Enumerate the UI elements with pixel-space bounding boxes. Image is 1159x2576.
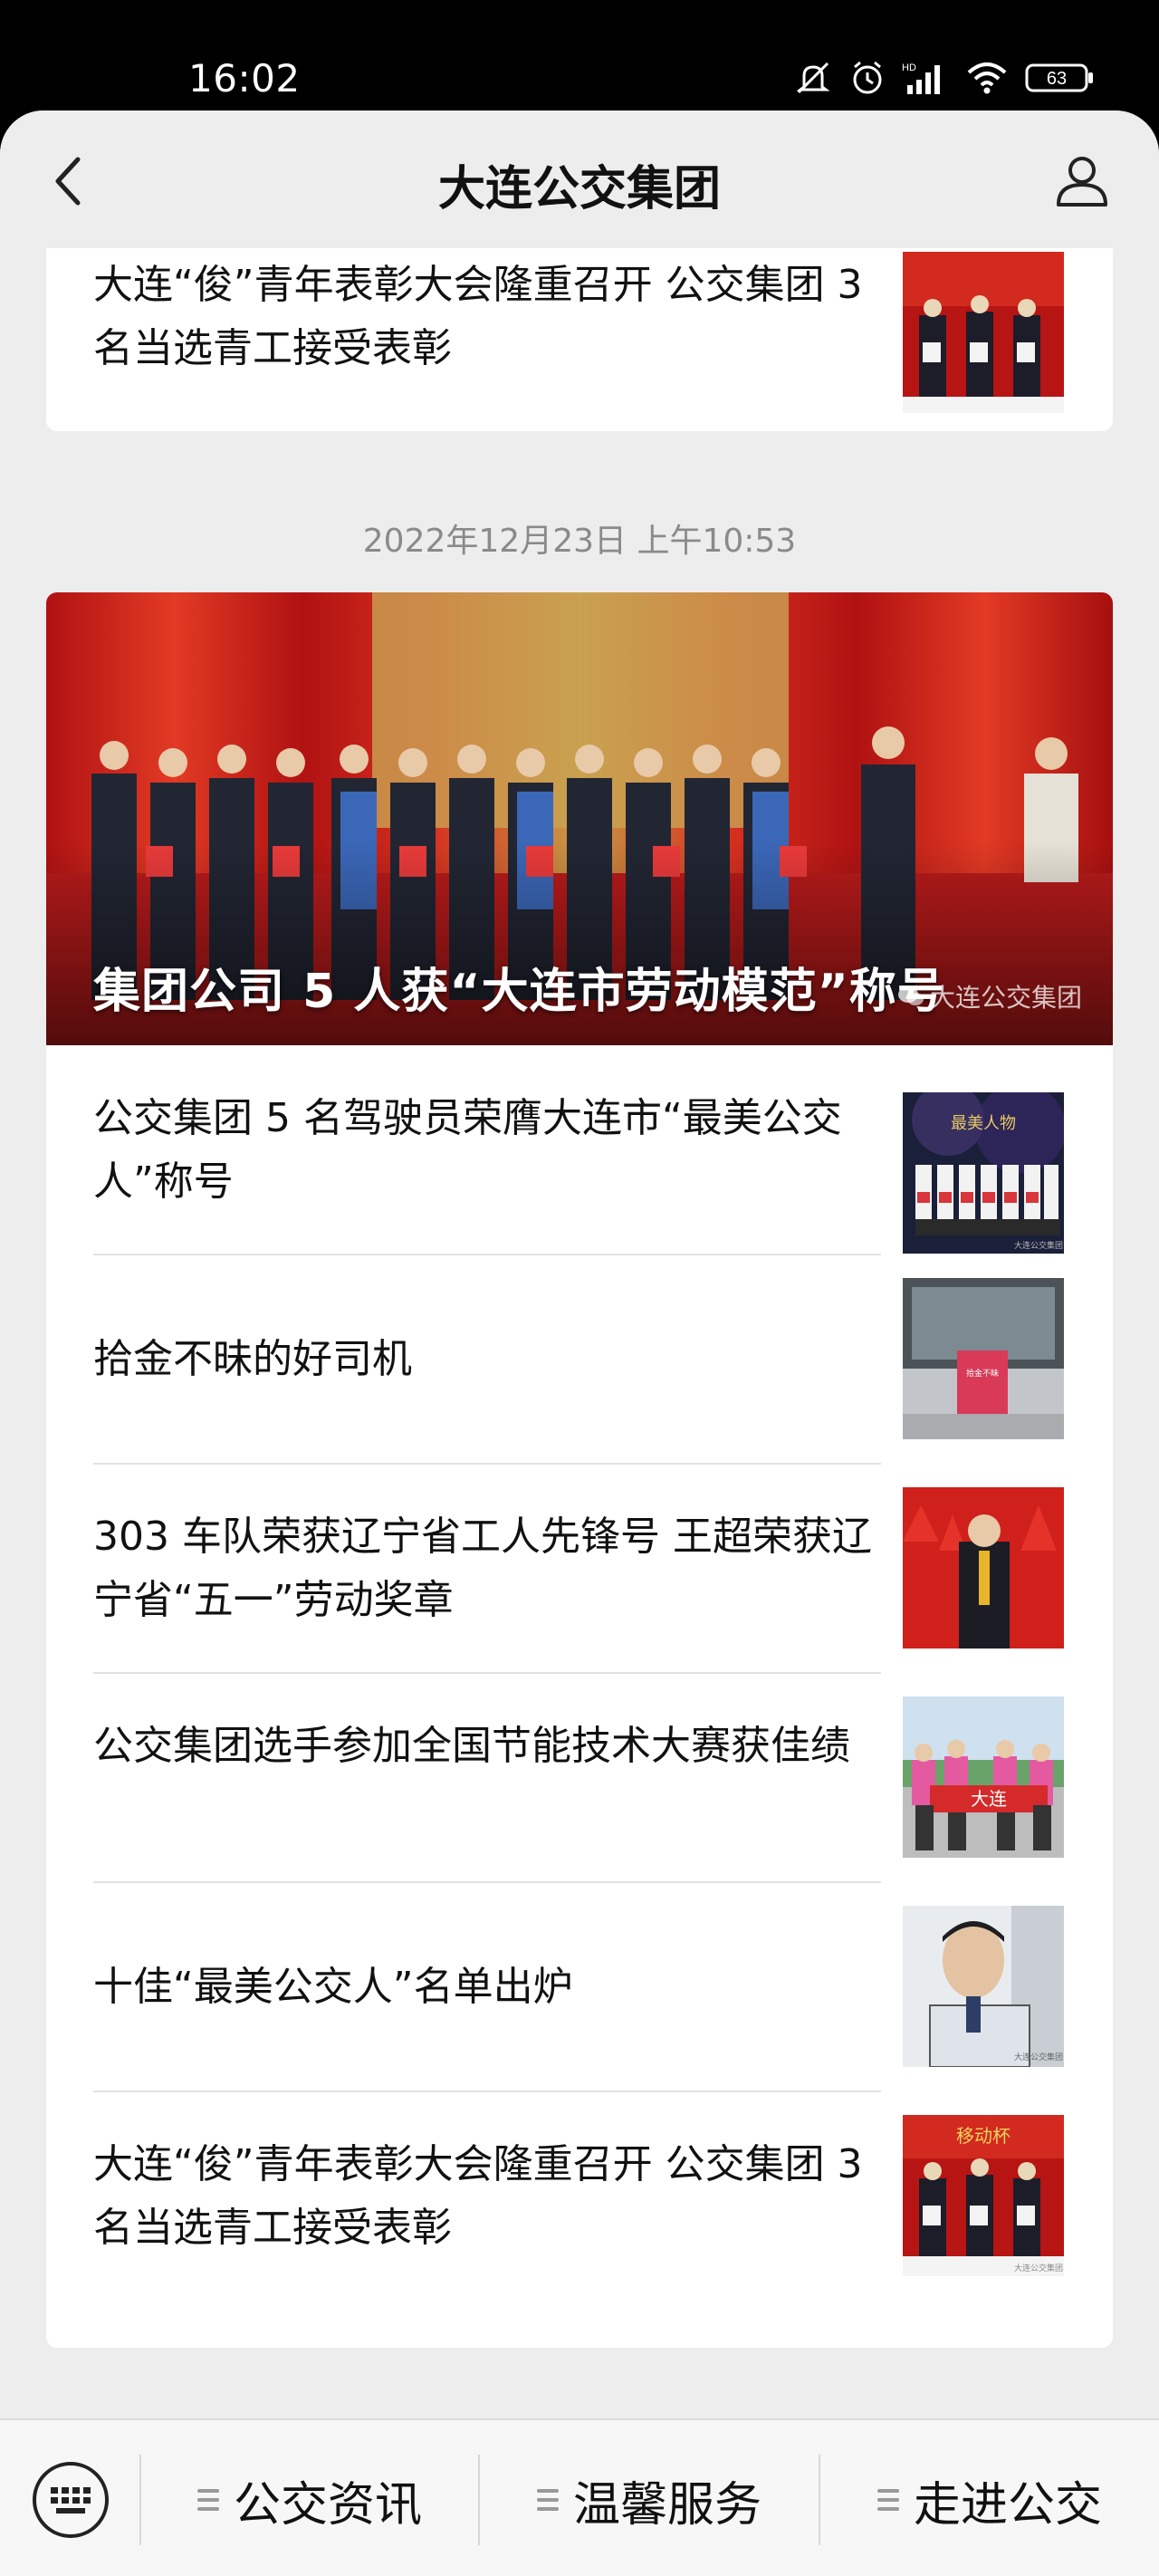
menu-lines-icon	[876, 2489, 899, 2511]
user-icon	[1057, 157, 1107, 207]
page-title: 大连公交集团	[437, 162, 721, 216]
profile-button[interactable]	[1041, 145, 1123, 217]
keyboard-toggle-button[interactable]	[27, 2456, 114, 2543]
list-item[interactable]: 十佳“最美公交人”名单出炉 大连公交集团	[46, 1882, 1113, 2092]
wechat-icon	[897, 986, 924, 1005]
bottom-menu: 公交资讯 温馨服务 走进公交	[0, 2418, 1159, 2576]
menu-label: 温馨服务	[572, 2477, 761, 2533]
mute-icon	[793, 60, 833, 96]
article-card: 大连“俊”青年表彰大会隆重召开 公交集团 3 名当选青工接受表彰	[46, 246, 1113, 431]
article-thumbnail: 最美人物 大连公交集团	[903, 1092, 1064, 1254]
article-thumbnail	[903, 1487, 1064, 1648]
list-item[interactable]: 公交集团选手参加全国节能技术大赛获佳绩 大连	[46, 1673, 1113, 1883]
article-title: 大连“俊”青年表彰大会隆重召开 公交集团 3 名当选青工接受表彰	[93, 262, 863, 371]
article-thumbnail: 拾金不昧	[903, 1278, 1064, 1439]
list-item[interactable]: 公交集团 5 名驾驶员荣膺大连市“最美公交人”称号 最美人物 大连公交集团	[46, 1045, 1113, 1255]
message-timestamp: 2022年12月23日 上午10:53	[362, 523, 797, 560]
thumbnail-watermark: 大连公交集团	[1014, 1240, 1063, 1250]
svg-text:HD: HD	[902, 62, 916, 73]
article-card: 集团公司 5 人获“大连市劳动模范”称号 大连公交集团 公交集团 5 名驾驶员荣…	[46, 592, 1113, 2348]
article-title: 公交集团 5 名驾驶员荣膺大连市“最美公交人”称号	[93, 1095, 842, 1205]
svg-text:拾金不昧: 拾金不昧	[966, 1368, 999, 1379]
list-item[interactable]: 303 车队荣获辽宁省工人先锋号 王超荣获辽宁省“五一”劳动奖章	[46, 1464, 1113, 1674]
list-item[interactable]: 拾金不昧的好司机 拾金不昧	[46, 1254, 1113, 1465]
article-title: 303 车队荣获辽宁省工人先锋号 王超荣获辽宁省“五一”劳动奖章	[93, 1514, 872, 1623]
menu-label: 公交资讯	[233, 2477, 422, 2533]
thumbnail-banner: 大连	[971, 1788, 1007, 1810]
article-thumbnail: 移动杯 大连公交集团	[903, 2115, 1064, 2276]
menu-lines-icon	[196, 2489, 219, 2511]
hd-signal-icon: HD	[902, 60, 949, 96]
keyboard-icon	[33, 2462, 109, 2538]
menu-label: 走进公交	[913, 2477, 1102, 2533]
thumbnail-watermark: 大连公交集团	[1014, 2263, 1063, 2273]
article-thumbnail	[903, 252, 1064, 413]
wifi-icon	[965, 60, 1009, 96]
status-bar: 16:02 HD 63	[0, 0, 1159, 111]
alarm-icon	[849, 60, 886, 96]
status-time: 16:02	[188, 56, 301, 101]
list-item[interactable]: 大连“俊”青年表彰大会隆重召开 公交集团 3 名当选青工接受表彰	[46, 246, 1113, 413]
app-window: 大连公交集团 大连“俊”青年表彰大会隆重召开 公交集团 3 名当选青工接受表彰 …	[0, 111, 1159, 2576]
article-title: 十佳“最美公交人”名单出炉	[93, 1964, 573, 2010]
title-bar: 大连公交集团	[0, 111, 1159, 248]
list-item[interactable]: 大连“俊”青年表彰大会隆重召开 公交集团 3 名当选青工接受表彰 移动杯 大连公…	[46, 2091, 1113, 2301]
article-title: 公交集团选手参加全国节能技术大赛获佳绩	[93, 1723, 850, 1769]
article-thumbnail: 大连	[903, 1697, 1064, 1858]
thumbnail-banner: 移动杯	[956, 2125, 1011, 2147]
menu-lines-icon	[536, 2489, 559, 2511]
hero-article[interactable]: 集团公司 5 人获“大连市劳动模范”称号 大连公交集团	[46, 592, 1113, 1045]
watermark-text: 大连公交集团	[929, 983, 1082, 1013]
hero-title: 集团公司 5 人获“大连市劳动模范”称号	[93, 965, 945, 1019]
hero-watermark: 大连公交集团	[897, 978, 1082, 1014]
menu-about[interactable]: 走进公交	[820, 2456, 1159, 2543]
svg-text:最美人物: 最美人物	[951, 1114, 1016, 1133]
article-title: 拾金不昧的好司机	[93, 1336, 412, 1382]
status-icons: HD 63	[793, 58, 1096, 98]
battery-icon: 63	[1025, 60, 1096, 96]
menu-news[interactable]: 公交资讯	[141, 2456, 478, 2543]
article-thumbnail: 大连公交集团	[903, 1906, 1064, 2067]
thumbnail-watermark: 大连公交集团	[1014, 2052, 1063, 2062]
article-title: 大连“俊”青年表彰大会隆重召开 公交集团 3 名当选青工接受表彰	[93, 2141, 863, 2251]
menu-service[interactable]: 温馨服务	[480, 2456, 819, 2543]
battery-level: 63	[1047, 69, 1067, 89]
